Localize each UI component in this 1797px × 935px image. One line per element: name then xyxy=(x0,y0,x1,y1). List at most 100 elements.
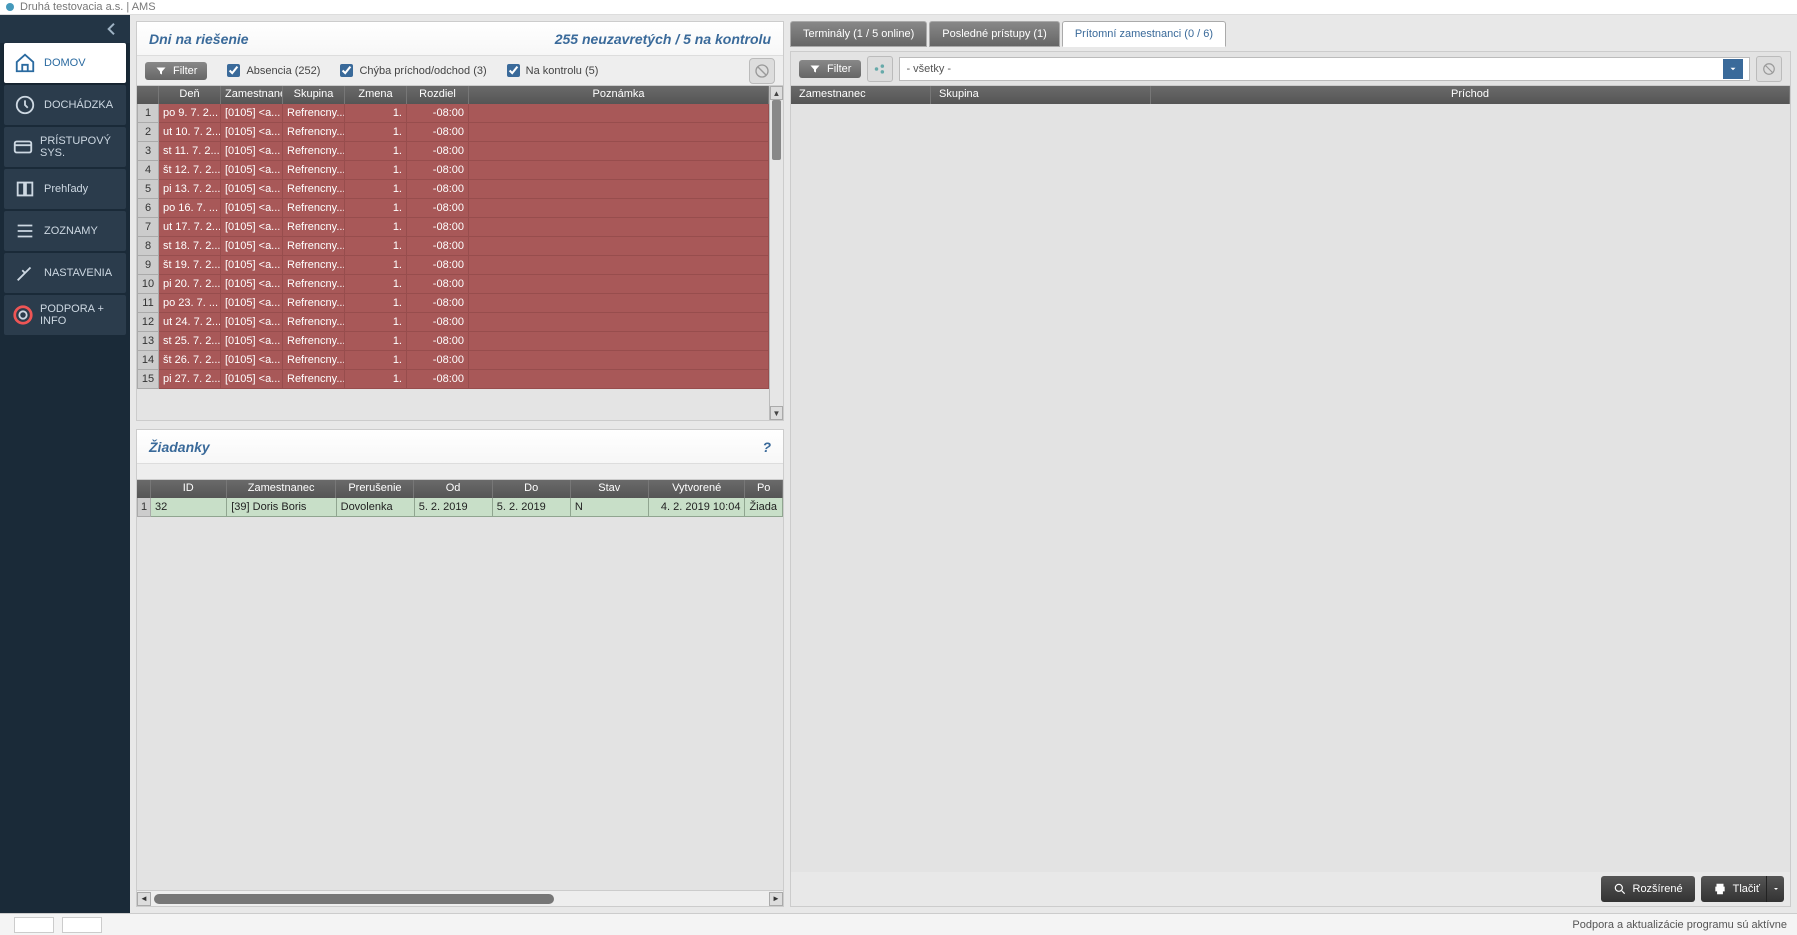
sidebar-item-nastavenia[interactable]: NASTAVENIA xyxy=(4,253,126,293)
sidebar-item-zoznamy[interactable]: ZOZNAMY xyxy=(4,211,126,251)
nodes-icon xyxy=(873,62,887,76)
col-poznamka[interactable]: Poznámka xyxy=(469,86,769,104)
cell-roz: -08:00 xyxy=(407,294,469,313)
right-column: Terminály (1 / 5 online) Posledné prístu… xyxy=(790,15,1797,913)
help-button[interactable]: ? xyxy=(762,439,771,455)
table-row[interactable]: 5pi 13. 7. 2...[0105] <a...Refrencny...1… xyxy=(137,180,769,199)
col-stav[interactable]: Stav xyxy=(571,480,649,498)
col-prichod[interactable]: Príchod xyxy=(1151,86,1790,104)
cell-den: st 18. 7. 2... xyxy=(159,237,221,256)
col-zmena[interactable]: Zmena xyxy=(345,86,407,104)
cell-sku: Refrencny... xyxy=(283,332,345,351)
table-row[interactable]: 14št 26. 7. 2...[0105] <a...Refrencny...… xyxy=(137,351,769,370)
col-zamestnanec[interactable]: Zamestnanec xyxy=(791,86,931,104)
sidebar-item-prehlady[interactable]: Prehľady xyxy=(4,169,126,209)
statusbar-tab[interactable] xyxy=(62,917,102,933)
scroll-down-icon[interactable]: ▼ xyxy=(770,406,783,420)
checkbox-label: Chýba príchod/odchod (3) xyxy=(359,65,486,77)
clear-button[interactable] xyxy=(749,58,775,84)
filter-button[interactable]: Filter xyxy=(145,62,207,80)
col-po[interactable]: Po xyxy=(745,480,783,498)
col-zamestnanec[interactable]: Zamestnanec xyxy=(227,480,336,498)
col-id[interactable]: ID xyxy=(151,480,227,498)
table-row[interactable]: 6po 16. 7. ...[0105] <a...Refrencny...1.… xyxy=(137,199,769,218)
sidebar-item-podpora[interactable]: PODPORA + INFO xyxy=(4,295,126,335)
right-filter-button[interactable]: Filter xyxy=(799,60,861,78)
cell-od: 5. 2. 2019 xyxy=(415,498,493,517)
col-rozdiel[interactable]: Rozdiel xyxy=(407,86,469,104)
table-row[interactable]: 12ut 24. 7. 2...[0105] <a...Refrencny...… xyxy=(137,313,769,332)
checkbox-absencia[interactable]: Absencia (252) xyxy=(227,64,320,77)
col-skupina[interactable]: Skupina xyxy=(931,86,1151,104)
grid2-body[interactable]: 132[39] Doris BorisDovolenka5. 2. 20195.… xyxy=(137,498,783,890)
sidebar-item-label: NASTAVENIA xyxy=(44,267,112,279)
right-clear-button[interactable] xyxy=(1756,56,1782,82)
table-row[interactable]: 4št 12. 7. 2...[0105] <a...Refrencny...1… xyxy=(137,161,769,180)
sidebar-item-domov[interactable]: DOMOV xyxy=(4,43,126,83)
table-row[interactable]: 9št 19. 7. 2...[0105] <a...Refrencny...1… xyxy=(137,256,769,275)
table-row[interactable]: 7ut 17. 7. 2...[0105] <a...Refrencny...1… xyxy=(137,218,769,237)
scroll-right-icon[interactable]: ► xyxy=(769,892,783,906)
col-zamestnanec[interactable]: Zamestnanec xyxy=(221,86,283,104)
table-row[interactable]: 15pi 27. 7. 2...[0105] <a...Refrencny...… xyxy=(137,370,769,389)
cell-sku: Refrencny... xyxy=(283,256,345,275)
sidebar-item-pristupovy[interactable]: PRÍSTUPOVÝ SYS. xyxy=(4,127,126,167)
tab-pritomni-zamestnanci[interactable]: Prítomní zamestnanci (0 / 6) xyxy=(1062,21,1226,47)
checkbox-chyba-prichod[interactable]: Chýba príchod/odchod (3) xyxy=(340,64,486,77)
list-icon xyxy=(12,218,38,244)
group-select[interactable]: - všetky - xyxy=(899,57,1750,81)
col-den[interactable]: Deň xyxy=(159,86,221,104)
right-grid-body[interactable] xyxy=(791,104,1790,872)
cell-zam: [0105] <a... xyxy=(221,123,283,142)
print-dropdown[interactable] xyxy=(1766,876,1784,902)
table-row[interactable]: 13st 25. 7. 2...[0105] <a...Refrencny...… xyxy=(137,332,769,351)
cell-poz xyxy=(469,180,769,199)
cell-sku: Refrencny... xyxy=(283,237,345,256)
dropdown-caret[interactable] xyxy=(1723,59,1743,79)
tools-icon xyxy=(12,260,38,286)
table-row[interactable]: 10pi 20. 7. 2...[0105] <a...Refrencny...… xyxy=(137,275,769,294)
print-button[interactable]: Tlačiť xyxy=(1701,876,1772,902)
chevron-left-icon xyxy=(104,21,120,37)
statusbar-tab[interactable] xyxy=(14,917,54,933)
grid-vscrollbar[interactable]: ▲ ▼ xyxy=(769,86,783,420)
grid-body[interactable]: 1po 9. 7. 2...[0105] <a...Refrencny...1.… xyxy=(137,104,769,420)
scroll-thumb[interactable] xyxy=(772,100,781,160)
row-number: 2 xyxy=(137,123,159,142)
tab-terminaly[interactable]: Terminály (1 / 5 online) xyxy=(790,21,927,47)
sidebar-item-label: DOCHÁDZKA xyxy=(44,99,113,111)
col-prerusenie[interactable]: Prerušenie xyxy=(336,480,414,498)
col-vytvorene[interactable]: Vytvorené xyxy=(649,480,746,498)
table-row[interactable]: 3st 11. 7. 2...[0105] <a...Refrencny...1… xyxy=(137,142,769,161)
grid2-hscrollbar[interactable]: ◄ ► xyxy=(137,890,783,906)
sidebar-item-dochadzka[interactable]: DOCHÁDZKA xyxy=(4,85,126,125)
table-row[interactable]: 1po 9. 7. 2...[0105] <a...Refrencny...1.… xyxy=(137,104,769,123)
right-panel: Filter - všetky - Zamestnanec Skupina Pr… xyxy=(790,51,1791,907)
table-row[interactable]: 2ut 10. 7. 2...[0105] <a...Refrencny...1… xyxy=(137,123,769,142)
cell-zme: 1. xyxy=(345,104,407,123)
filter-icon xyxy=(155,65,167,77)
group-icon-button[interactable] xyxy=(867,56,893,82)
table-row[interactable]: 8st 18. 7. 2...[0105] <a...Refrencny...1… xyxy=(137,237,769,256)
col-skupina[interactable]: Skupina xyxy=(283,86,345,104)
sidebar-collapse-button[interactable] xyxy=(0,15,130,43)
col-od[interactable]: Od xyxy=(414,480,492,498)
scroll-up-icon[interactable]: ▲ xyxy=(770,86,783,100)
grid2-head: ID Zamestnanec Prerušenie Od Do Stav Vyt… xyxy=(137,480,783,498)
print-button-label: Tlačiť xyxy=(1733,883,1760,895)
expand-button[interactable]: Rozšírené xyxy=(1601,876,1695,902)
cell-poz xyxy=(469,332,769,351)
table-row[interactable]: 132[39] Doris BorisDovolenka5. 2. 20195.… xyxy=(137,498,783,517)
scroll-left-icon[interactable]: ◄ xyxy=(137,892,151,906)
panel1-toolbar: Filter Absencia (252) Chýba príchod/odch… xyxy=(137,56,783,86)
table-row[interactable]: 11po 23. 7. ...[0105] <a...Refrencny...1… xyxy=(137,294,769,313)
tab-posledne-pristupy[interactable]: Posledné prístupy (1) xyxy=(929,21,1060,47)
col-do[interactable]: Do xyxy=(493,480,571,498)
checkbox-na-kontrolu[interactable]: Na kontrolu (5) xyxy=(507,64,599,77)
scroll-thumb[interactable] xyxy=(154,894,554,904)
filter-icon xyxy=(809,63,821,75)
cell-roz: -08:00 xyxy=(407,161,469,180)
cell-poz xyxy=(469,199,769,218)
cell-poz xyxy=(469,313,769,332)
cell-sku: Refrencny... xyxy=(283,313,345,332)
